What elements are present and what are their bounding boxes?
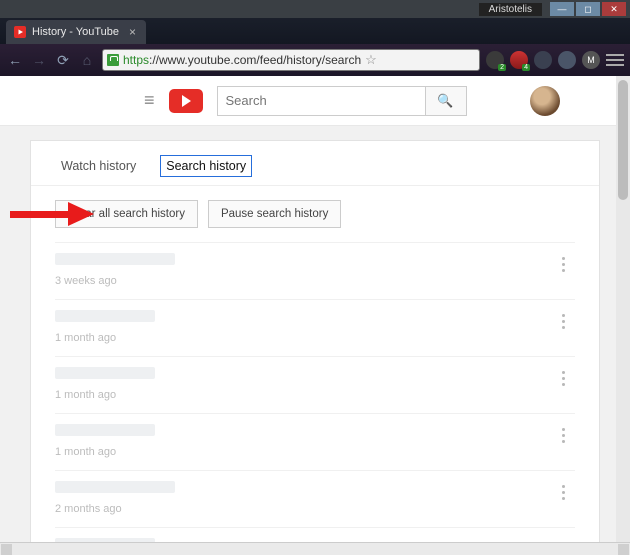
window-user-label: Aristotelis [479,3,542,16]
extension-icon[interactable]: 2 [486,51,504,69]
extension-icon[interactable] [558,51,576,69]
close-tab-icon[interactable]: × [129,25,136,39]
page-viewport: ≡ 🔍 Watch history Search history Clear a… [0,76,630,542]
lock-icon [107,54,119,66]
redacted-query [55,367,155,379]
youtube-header: ≡ 🔍 [0,76,630,126]
history-item-date: 1 month ago [55,446,575,458]
item-menu-icon[interactable] [554,251,573,278]
browser-tab-title: History - YouTube [32,26,119,38]
forward-button[interactable]: → [30,52,48,68]
search-input[interactable] [217,86,425,116]
redacted-query [55,310,155,322]
window-titlebar: Aristotelis — ◻ ✕ [0,0,630,18]
browser-toolbar: ← → ⟳ ⌂ https://www.youtube.com/feed/his… [0,44,630,76]
extension-mega-icon[interactable]: M [582,51,600,69]
item-menu-icon[interactable] [554,479,573,506]
history-item-date: 1 month ago [55,332,575,344]
history-item-list: 3 weeks ago 1 month ago 1 month ago 1 mo… [31,242,599,542]
youtube-favicon-icon [14,26,26,38]
guide-menu-icon[interactable]: ≡ [140,86,159,115]
history-tabs: Watch history Search history [31,141,599,186]
url-scheme: https [123,53,149,67]
window-minimize-button[interactable]: — [550,2,574,16]
scroll-left-button[interactable] [1,544,12,555]
item-menu-icon[interactable] [554,422,573,449]
history-item[interactable]: 3 weeks ago [55,242,575,299]
address-bar[interactable]: https://www.youtube.com/feed/history/sea… [102,49,480,71]
redacted-query [55,481,175,493]
horizontal-scrollbar[interactable] [0,542,630,555]
extension-icon[interactable] [534,51,552,69]
browser-tabstrip: History - YouTube × [0,18,630,44]
back-button[interactable]: ← [6,52,24,68]
magnify-icon: 🔍 [437,93,453,109]
item-menu-icon[interactable] [554,365,573,392]
vertical-scrollbar[interactable] [616,76,630,542]
home-button[interactable]: ⌂ [78,52,96,68]
scrollbar-thumb[interactable] [618,80,628,200]
window-close-button[interactable]: ✕ [602,2,626,16]
scroll-right-button[interactable] [618,544,629,555]
url-rest: ://www.youtube.com/feed/history/search [149,53,361,67]
history-item-date: 1 month ago [55,389,575,401]
extension-adblock-icon[interactable]: 4 [510,51,528,69]
browser-menu-icon[interactable] [606,54,624,66]
browser-tab[interactable]: History - YouTube × [6,20,146,44]
pause-search-history-button[interactable]: Pause search history [208,200,341,228]
history-item[interactable]: 1 month ago [55,413,575,470]
item-menu-icon[interactable] [554,308,573,335]
reload-button[interactable]: ⟳ [54,52,72,69]
history-item[interactable]: 2 months ago [55,527,575,542]
history-panel: Watch history Search history Clear all s… [30,140,600,542]
redacted-query [55,424,155,436]
clear-all-search-history-button[interactable]: Clear all search history [55,200,198,228]
tab-search-history[interactable]: Search history [160,155,252,177]
history-item-date: 2 months ago [55,503,575,515]
history-item[interactable]: 1 month ago [55,356,575,413]
youtube-logo-icon[interactable] [169,89,203,113]
history-item[interactable]: 1 month ago [55,299,575,356]
bookmark-star-icon[interactable]: ☆ [365,52,377,68]
window-maximize-button[interactable]: ◻ [576,2,600,16]
redacted-query [55,253,175,265]
history-item-date: 3 weeks ago [55,275,575,287]
avatar[interactable] [530,86,560,116]
tab-watch-history[interactable]: Watch history [55,155,142,185]
search-button[interactable]: 🔍 [425,86,467,116]
history-item[interactable]: 2 months ago [55,470,575,527]
